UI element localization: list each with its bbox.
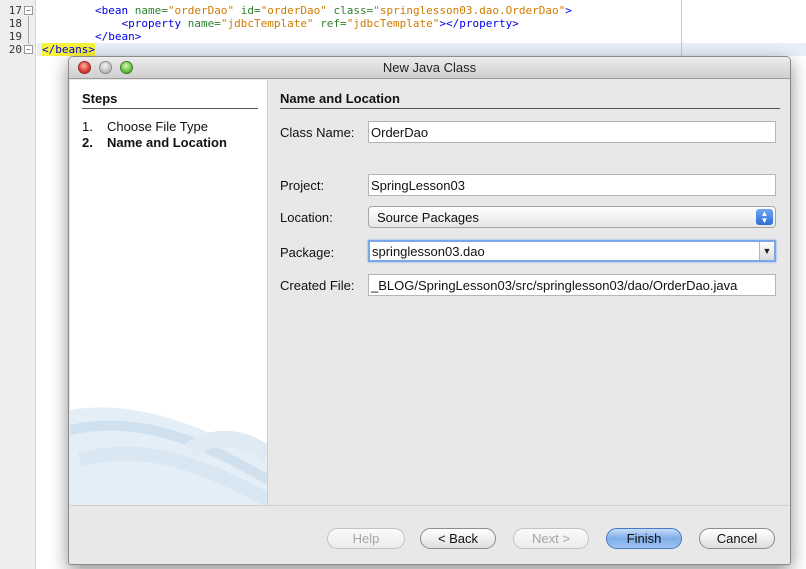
right-margin-line [681, 0, 682, 56]
code-token: "jdbcTemplate" [220, 17, 314, 30]
back-button[interactable]: < Back [420, 528, 496, 549]
steps-panel: Steps 1. Choose File Type 2. Name and Loca… [70, 80, 268, 505]
code-token: "orderDao" [167, 4, 235, 17]
code-token: "springlesson03.dao.OrderDao" [373, 4, 566, 17]
line-number: 20 [8, 43, 22, 56]
code-token: name= [134, 4, 168, 17]
step-name-and-location: 2. Name and Location [82, 135, 227, 150]
step-number: 2. [82, 135, 93, 150]
package-combo[interactable]: springlesson03.dao ▼ [368, 240, 776, 262]
dialog-title: New Java Class [382, 60, 477, 75]
code-token: > [565, 4, 572, 17]
line-number: 19 [8, 30, 22, 43]
finish-button[interactable]: Finish [606, 528, 682, 549]
cancel-button[interactable]: Cancel [699, 528, 775, 549]
help-button[interactable]: Help [327, 528, 405, 549]
step-number: 1. [82, 119, 93, 134]
class-name-label: Class Name: [280, 125, 355, 140]
code-token: name= [187, 17, 221, 30]
code-token: </bean> [94, 30, 142, 43]
divider [280, 108, 780, 109]
button-bar: Help < Back Next > Finish Cancel [70, 505, 790, 564]
code-token: "jdbcTemplate" [346, 17, 440, 30]
line-number: 17 [8, 4, 22, 17]
project-label: Project: [280, 178, 325, 193]
name-and-location-panel: Name and Location Class Name: OrderDao P… [268, 80, 790, 505]
divider [82, 108, 258, 109]
code-line[interactable]: </beans> [42, 43, 572, 56]
next-button[interactable]: Next > [513, 528, 589, 549]
up-down-arrows-icon[interactable]: ▲ ▼ [756, 209, 773, 225]
step-label: Name and Location [107, 135, 227, 150]
wizard-swoosh-graphic [70, 407, 267, 505]
code-token: ></property> [439, 17, 519, 30]
created-file-field: _BLOG/SpringLesson03/src/springlesson03/… [368, 274, 776, 296]
created-file-label: Created File: [280, 278, 355, 293]
location-select[interactable]: Source Packages ▲ ▼ [368, 206, 776, 228]
line-numbers: 17 18 19 20 [0, 4, 22, 56]
location-value: Source Packages [377, 210, 479, 225]
location-label: Location: [280, 210, 333, 225]
code-line[interactable]: <bean name="orderDao" id="orderDao" clas… [42, 4, 572, 17]
package-label: Package: [280, 245, 335, 260]
code-token: </beans> [42, 43, 95, 56]
new-java-class-dialog: New Java Class Steps 1. Choose File Type … [68, 56, 791, 565]
code-token: id= [240, 4, 261, 17]
code-token: "orderDao" [260, 4, 327, 17]
fold-guide [28, 16, 29, 44]
code-lines[interactable]: <bean name="orderDao" id="orderDao" clas… [42, 4, 572, 56]
code-token: <property [121, 17, 188, 30]
fold-collapse-icon[interactable]: − [24, 6, 33, 15]
step-choose-file-type: 1. Choose File Type [82, 119, 208, 134]
line-number: 18 [8, 17, 22, 30]
code-line[interactable]: <property name="jdbcTemplate" ref="jdbcT… [42, 17, 572, 30]
chevron-down-icon[interactable]: ▼ [759, 242, 774, 260]
dialog-titlebar[interactable]: New Java Class [69, 57, 790, 79]
editor-gutter: 17 18 19 20 − − [0, 0, 36, 569]
steps-heading: Steps [82, 91, 118, 106]
project-field: SpringLesson03 [368, 174, 776, 196]
class-name-input[interactable]: OrderDao [368, 121, 776, 143]
section-title: Name and Location [280, 91, 400, 106]
step-label: Choose File Type [107, 119, 208, 134]
code-token: class= [333, 4, 374, 17]
package-input[interactable]: springlesson03.dao [372, 244, 485, 259]
code-token: ref= [320, 17, 347, 30]
code-token: <bean [94, 4, 135, 17]
fold-end-icon[interactable]: − [24, 45, 33, 54]
code-line[interactable]: </bean> [42, 30, 572, 43]
